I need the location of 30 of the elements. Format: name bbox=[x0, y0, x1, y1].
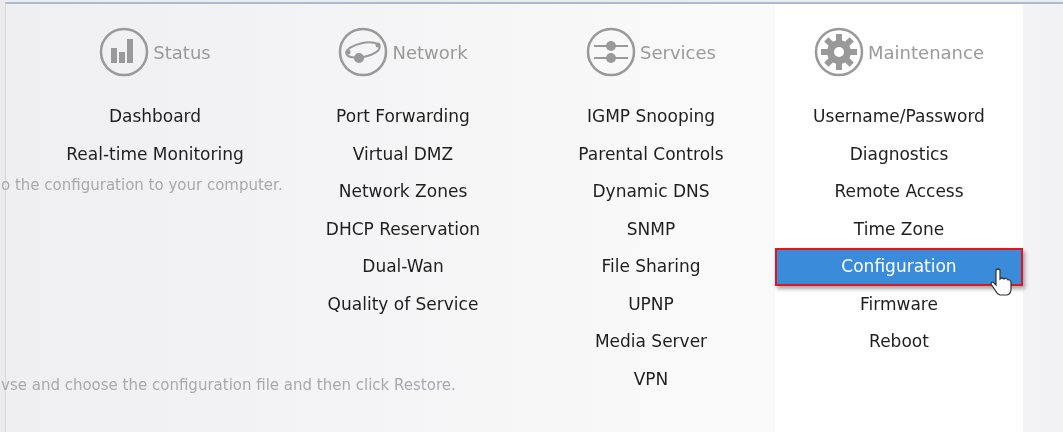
menu-item[interactable]: Time Zone bbox=[845, 210, 953, 248]
background-page-text: vse and choose the configuration file and then click Restore. bbox=[1, 375, 456, 396]
sliders-icon bbox=[586, 27, 637, 77]
menu-item[interactable]: Dual-Wan bbox=[354, 248, 452, 286]
menu-item[interactable]: Dynamic DNS bbox=[584, 173, 718, 211]
menu-item[interactable]: Parental Controls bbox=[570, 135, 732, 173]
menu-item[interactable]: UPNP bbox=[620, 285, 682, 323]
menu-item[interactable]: Virtual DMZ bbox=[344, 135, 462, 173]
menu-item[interactable]: File Sharing bbox=[593, 248, 709, 286]
menu-item[interactable]: VPN bbox=[625, 360, 677, 398]
settings-icon bbox=[814, 27, 865, 77]
menu-item[interactable]: Dashboard bbox=[100, 98, 210, 136]
menu-item[interactable]: DHCP Reservation bbox=[317, 210, 489, 248]
menu-item[interactable]: Remote Access bbox=[826, 173, 972, 211]
orbit-icon bbox=[338, 27, 389, 77]
menu-item[interactable]: SNMP bbox=[618, 210, 684, 248]
menu-item[interactable]: Firmware bbox=[852, 285, 946, 323]
menu-item[interactable]: Media Server bbox=[586, 323, 716, 361]
menu-item[interactable]: Diagnostics bbox=[841, 135, 957, 173]
menu-item[interactable]: Port Forwarding bbox=[328, 98, 478, 136]
menu-item[interactable]: Real-time Monitoring bbox=[58, 135, 252, 173]
menu-item[interactable]: Reboot bbox=[861, 323, 937, 361]
bar-chart-icon bbox=[99, 27, 150, 77]
menu-item[interactable]: IGMP Snooping bbox=[579, 98, 723, 136]
menu-item[interactable]: Quality of Service bbox=[319, 285, 487, 323]
menu-item[interactable]: Username/Password bbox=[805, 98, 993, 136]
menu-item[interactable]: Network Zones bbox=[330, 173, 476, 211]
hand-cursor-icon bbox=[990, 268, 1012, 296]
background-page-text: o the configuration to your computer. bbox=[1, 175, 283, 196]
menu-item[interactable]: Configuration bbox=[775, 248, 1023, 286]
